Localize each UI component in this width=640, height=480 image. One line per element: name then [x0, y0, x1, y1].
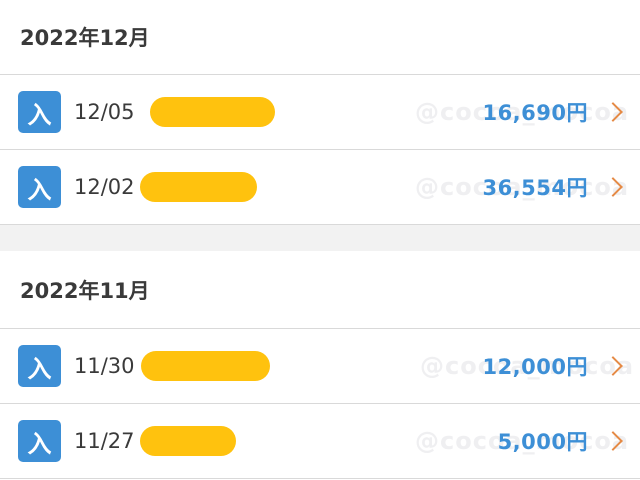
transaction-date: 12/02: [74, 175, 135, 199]
redacted-payer: [150, 97, 275, 127]
transaction-date: 12/05: [74, 100, 135, 124]
month-header-2022-12: 2022年12月: [0, 0, 640, 75]
transaction-row[interactable]: 入 12/05 @cocoa_mocoa 16,690円: [0, 75, 640, 150]
transaction-amount: 36,554円: [482, 176, 588, 200]
transaction-list: 2022年12月 入 12/05 @cocoa_mocoa 16,690円 入 …: [0, 0, 640, 479]
redacted-payer: [140, 172, 257, 202]
redacted-payer: [141, 351, 270, 381]
income-badge: 入: [18, 420, 61, 462]
month-title: 2022年12月: [20, 26, 150, 50]
month-header-2022-11: 2022年11月: [0, 251, 640, 329]
income-badge: 入: [18, 345, 61, 387]
transaction-amount: 16,690円: [482, 101, 588, 125]
transaction-row[interactable]: 入 12/02 @cocoa_mocoa 36,554円: [0, 150, 640, 225]
section-gap: [0, 225, 640, 251]
transaction-amount: 5,000円: [497, 430, 588, 454]
transaction-row[interactable]: 入 11/27 @cocoa_mocoa 5,000円: [0, 404, 640, 479]
transaction-date: 11/27: [74, 429, 135, 453]
income-badge: 入: [18, 166, 61, 208]
redacted-payer: [140, 426, 236, 456]
transaction-amount: 12,000円: [482, 355, 588, 379]
transaction-row[interactable]: 入 11/30 @cocoa_mocoa 12,000円: [0, 329, 640, 404]
income-badge: 入: [18, 91, 61, 133]
month-title: 2022年11月: [20, 278, 150, 303]
transaction-date: 11/30: [74, 354, 135, 378]
